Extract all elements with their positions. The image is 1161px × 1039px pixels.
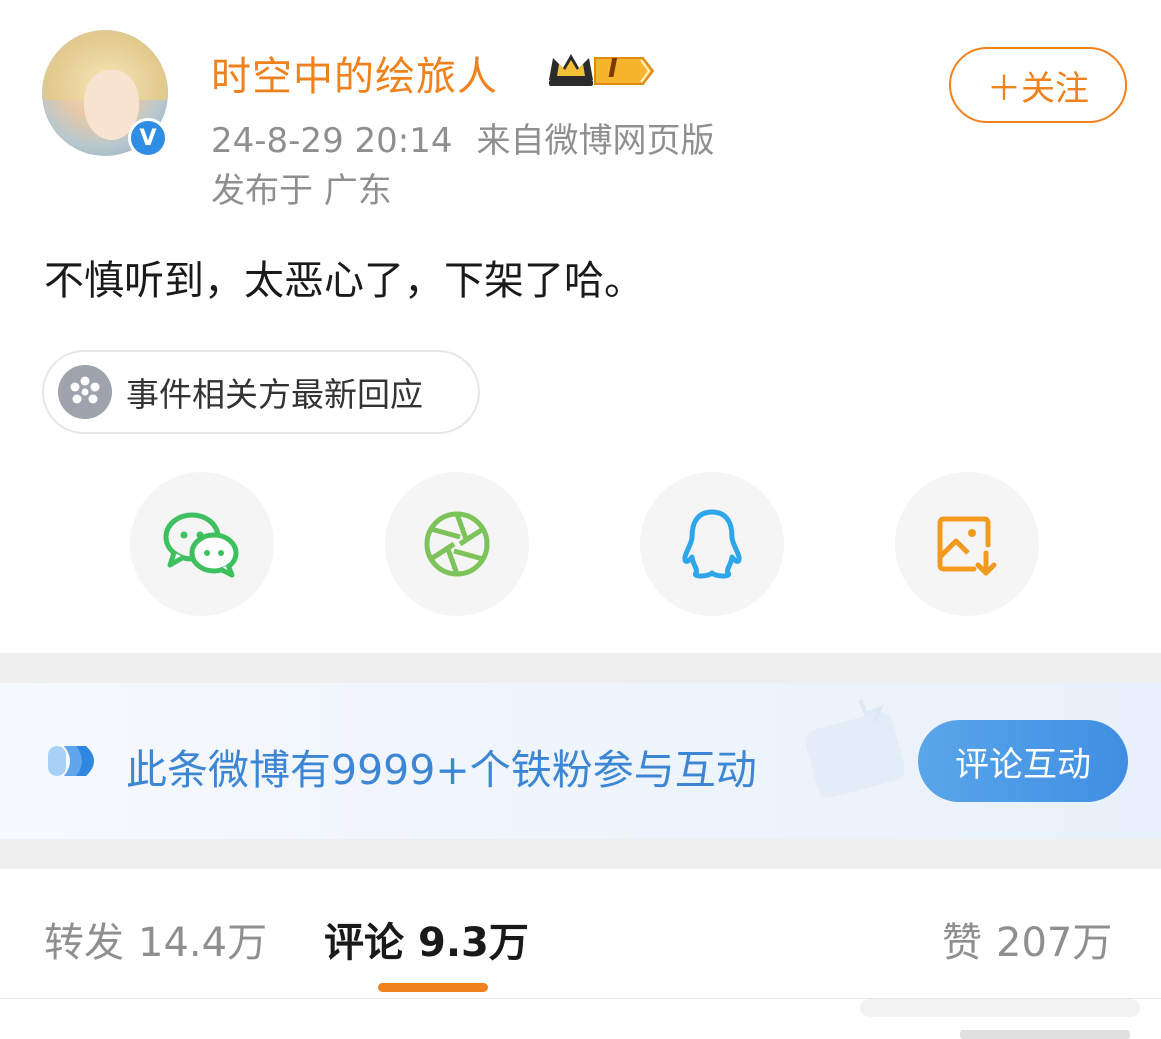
tab-repost[interactable]: 转发 14.4万: [44, 910, 267, 968]
tab-like[interactable]: 赞 207万: [942, 910, 1112, 968]
section-divider: [0, 839, 1161, 869]
post-location: 发布于 广东: [211, 171, 392, 211]
post-text: 不慎听到，太恶心了，下架了哈。: [44, 258, 644, 304]
section-divider: [0, 653, 1161, 683]
post-timestamp: 24-8-29 20:14: [211, 121, 453, 161]
tab-like-label: 赞: [942, 920, 982, 966]
fans-interaction-text: 此条微博有9999+个铁粉参与互动: [126, 746, 757, 794]
save-image-button[interactable]: [895, 472, 1039, 616]
next-section-peek: [960, 1030, 1130, 1039]
verified-icon: V: [128, 118, 168, 158]
event-chip-label: 事件相关方最新回应: [126, 375, 423, 414]
save-image-icon: [937, 516, 997, 576]
tab-comment-label: 评论: [324, 920, 404, 966]
tab-repost-count: 14.4万: [138, 920, 268, 966]
fans-icon: [48, 746, 94, 776]
active-tab-indicator: [378, 983, 488, 992]
share-moments-button[interactable]: [385, 472, 529, 616]
post-meta: 24-8-29 20:14 来自微博网页版: [211, 113, 715, 162]
tab-comment[interactable]: 评论 9.3万: [324, 910, 529, 968]
weibo-post-page: V 时空中的绘旅人 I ＋关注 24-8-29 20:14 来自微博网页版 发布于…: [0, 0, 1161, 1039]
tab-comment-count: 9.3万: [418, 920, 529, 966]
banner-decoration-icon: [805, 699, 905, 798]
event-icon: [58, 365, 112, 419]
tab-like-count: 207万: [996, 920, 1113, 966]
share-qq-button[interactable]: [640, 472, 784, 616]
vip-crown-icon: [549, 54, 655, 86]
username[interactable]: 时空中的绘旅人: [211, 44, 498, 102]
follow-button[interactable]: ＋关注: [949, 47, 1127, 123]
vip-level-label: I: [608, 54, 618, 84]
share-wechat-button[interactable]: [130, 472, 274, 616]
tab-repost-label: 转发: [44, 920, 124, 966]
event-response-chip[interactable]: 事件相关方最新回应: [42, 350, 480, 434]
post-source: 来自微博网页版: [476, 121, 715, 161]
watermark-icon: [860, 999, 1140, 1017]
qq-icon: [682, 509, 742, 579]
wechat-icon: [163, 512, 239, 578]
comment-interaction-button[interactable]: 评论互动: [918, 720, 1128, 802]
moments-icon: [424, 511, 490, 577]
